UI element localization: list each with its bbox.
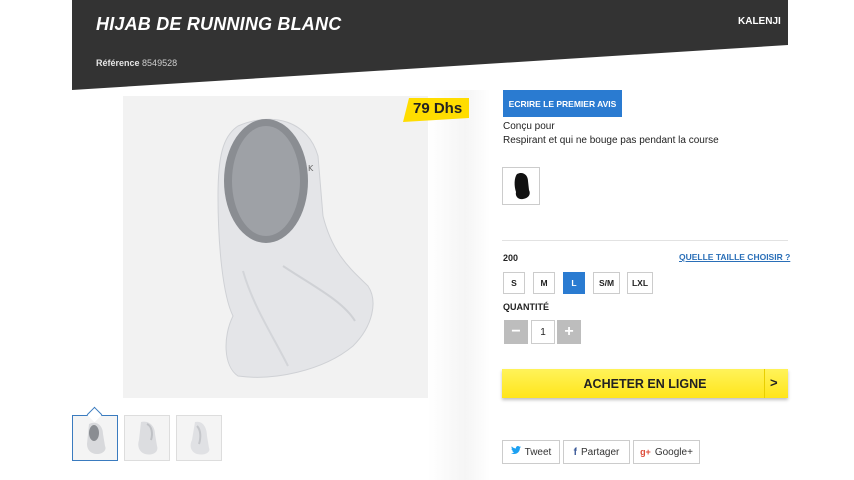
google-plus-label: Google+ bbox=[654, 446, 693, 458]
facebook-share-button[interactable]: f Partager bbox=[563, 440, 630, 464]
section-divider bbox=[502, 240, 788, 241]
reference-label: Référence bbox=[96, 58, 140, 68]
quantity-increment-button[interactable]: + bbox=[557, 320, 581, 344]
brand-link[interactable]: KALENJI bbox=[738, 16, 781, 27]
buy-online-button[interactable]: ACHETER EN LIGNE bbox=[502, 369, 788, 398]
product-reference: Référence 8549528 bbox=[96, 58, 177, 68]
quantity-decrement-button[interactable]: − bbox=[504, 320, 528, 344]
google-plus-icon: g+ bbox=[640, 447, 651, 457]
thumbnail-1[interactable] bbox=[72, 415, 118, 461]
tweet-button[interactable]: Tweet bbox=[502, 440, 560, 464]
product-title: HIJAB DE RUNNING BLANC bbox=[96, 14, 342, 34]
description-line-1: Conçu pour bbox=[503, 121, 555, 132]
twitter-bird-icon bbox=[510, 446, 521, 458]
write-review-button[interactable]: ECRIRE LE PREMIER AVIS bbox=[503, 90, 622, 117]
facebook-share-label: Partager bbox=[580, 446, 620, 458]
panel-divider-shadow bbox=[428, 90, 490, 480]
color-swatch-black[interactable] bbox=[502, 167, 540, 205]
size-option-s[interactable]: S bbox=[503, 272, 525, 294]
size-option-m[interactable]: M bbox=[533, 272, 555, 294]
buy-button-separator bbox=[764, 369, 765, 398]
quantity-label: QUANTITÉ bbox=[503, 302, 549, 312]
thumbnail-3[interactable] bbox=[176, 415, 222, 461]
size-value: 200 bbox=[503, 253, 519, 263]
size-option-lxl[interactable]: LXL bbox=[627, 272, 653, 294]
quantity-input[interactable]: 1 bbox=[531, 320, 555, 344]
thumbnail-2[interactable] bbox=[124, 415, 170, 461]
facebook-icon: f bbox=[573, 446, 577, 458]
reference-value: 8549528 bbox=[142, 58, 178, 68]
chevron-right-icon[interactable]: > bbox=[770, 375, 778, 390]
size-option-sm[interactable]: S/M bbox=[593, 272, 620, 294]
svg-text:K: K bbox=[308, 164, 314, 173]
price-tag: 79 Dhs bbox=[403, 98, 469, 122]
size-guide-link[interactable]: QUELLE TAILLE CHOISIR ? bbox=[679, 252, 790, 262]
buy-online-label: ACHETER EN LIGNE bbox=[583, 376, 707, 391]
google-plus-button[interactable]: g+ Google+ bbox=[633, 440, 700, 464]
description-line-2: Respirant et qui ne bouge pas pendant la… bbox=[503, 135, 719, 146]
tweet-label: Tweet bbox=[524, 446, 552, 458]
size-option-l[interactable]: L bbox=[563, 272, 585, 294]
price-value: 79 Dhs bbox=[413, 100, 463, 117]
product-main-image[interactable]: K bbox=[123, 96, 428, 398]
